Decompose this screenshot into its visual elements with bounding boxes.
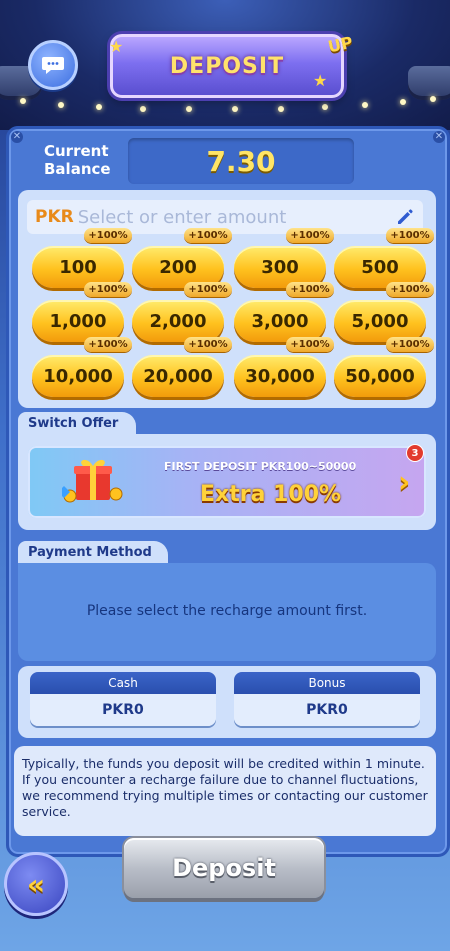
chat-bubble-icon xyxy=(42,57,64,74)
bonus-percent-badge: +100% xyxy=(386,282,434,297)
corner-bolt-icon: ✕ xyxy=(11,131,23,143)
balance-display: 7.30 xyxy=(128,138,354,184)
title-banner: ★ ★ DEPOSIT UP xyxy=(109,33,355,98)
amount-option-button[interactable]: 30,000 xyxy=(234,355,326,397)
payment-message: Please select the recharge amount first. xyxy=(86,603,368,619)
wallet-value: PKR0 xyxy=(234,694,420,726)
offer-count-badge: 3 xyxy=(406,444,424,462)
amount-option-button[interactable]: 5,000 xyxy=(334,300,426,342)
offer-title: FIRST DEPOSIT PKR100~50000 xyxy=(164,460,357,473)
bonus-percent-badge: +100% xyxy=(184,228,232,243)
payment-method-tab: Payment Method xyxy=(18,541,168,563)
bonus-percent-badge: +100% xyxy=(84,282,132,297)
bonus-wallet: Bonus PKR0 xyxy=(234,672,420,726)
back-button[interactable]: « xyxy=(4,852,68,916)
bonus-percent-badge: +100% xyxy=(286,282,334,297)
amount-option-button[interactable]: 2,000 xyxy=(132,300,224,342)
corner-bolt-icon: ✕ xyxy=(433,131,445,143)
switch-offer-tab: Switch Offer xyxy=(18,412,136,434)
gift-box-icon xyxy=(62,459,123,503)
wallet-label: Cash xyxy=(30,672,216,694)
star-icon: ★ xyxy=(313,71,328,90)
offer-headline: Extra 100% xyxy=(200,482,342,507)
amount-option-button[interactable]: 50,000 xyxy=(334,355,426,397)
pencil-icon[interactable] xyxy=(395,207,415,227)
bonus-percent-badge: +100% xyxy=(286,228,334,243)
wallet-value: PKR0 xyxy=(30,694,216,726)
bonus-percent-badge: +100% xyxy=(286,337,334,352)
page-title: DEPOSIT xyxy=(169,53,285,79)
wallet-label: Bonus xyxy=(234,672,420,694)
bonus-percent-badge: +100% xyxy=(84,228,132,243)
star-icon: ★ xyxy=(109,37,124,56)
bonus-percent-badge: +100% xyxy=(386,337,434,352)
customer-service-button[interactable] xyxy=(28,40,78,90)
cash-wallet: Cash PKR0 xyxy=(30,672,216,726)
amount-option-button[interactable]: 10,000 xyxy=(32,355,124,397)
bonus-percent-badge: +100% xyxy=(184,337,232,352)
amount-option-button[interactable]: 20,000 xyxy=(132,355,224,397)
currency-label: PKR xyxy=(35,207,74,227)
deposit-button[interactable]: Deposit xyxy=(124,838,324,898)
balance-label: Current Balance xyxy=(44,142,111,178)
balance-value: 7.30 xyxy=(206,144,276,178)
bonus-percent-badge: +100% xyxy=(184,282,232,297)
bonus-percent-badge: +100% xyxy=(84,337,132,352)
notice-text: Typically, the funds you deposit will be… xyxy=(22,756,428,819)
amount-option-button[interactable]: 1,000 xyxy=(32,300,124,342)
amount-option-button[interactable]: 3,000 xyxy=(234,300,326,342)
double-chevron-left-icon: « xyxy=(26,867,46,901)
offer-next-arrow-icon[interactable]: › xyxy=(398,462,418,502)
amount-placeholder: Select or enter amount xyxy=(77,206,287,228)
bonus-percent-badge: +100% xyxy=(386,228,434,243)
